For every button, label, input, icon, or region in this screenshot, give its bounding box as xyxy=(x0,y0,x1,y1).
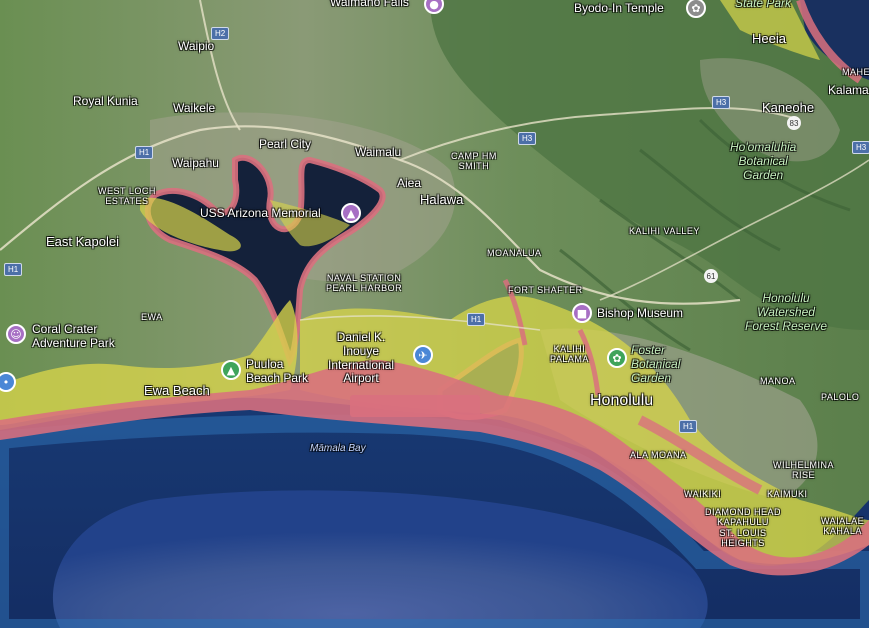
h3-shield-icon: H3 xyxy=(712,96,731,109)
h1-shield-icon: H1 xyxy=(4,263,23,276)
label-fort-shafter: FORT SHAFTER xyxy=(508,285,583,295)
route-83-shield-icon: 83 xyxy=(787,116,801,130)
h1-shield-icon: H1 xyxy=(679,420,698,433)
label-moanalua: MOANALUA xyxy=(487,248,542,258)
poi-airport[interactable]: Daniel K. Inouye International Airport xyxy=(328,330,394,386)
poi-byodo-in-temple[interactable]: Byodo-In Temple xyxy=(574,2,664,14)
label-manoa: MANOA xyxy=(760,376,796,386)
label-waikiki: WAIKIKI xyxy=(684,489,722,499)
foster-garden-pin-icon[interactable]: ✿ xyxy=(607,348,627,368)
h1-shield-icon: H1 xyxy=(467,313,486,326)
poi-uss-arizona-memorial[interactable]: USS Arizona Memorial xyxy=(200,207,321,219)
h3-shield-icon: H3 xyxy=(852,141,869,154)
h2-shield-icon: H2 xyxy=(211,27,230,40)
label-mahe: MAHE xyxy=(842,67,869,77)
poi-watershed-reserve: Honolulu Watershed Forest Reserve xyxy=(745,291,828,333)
label-west-loch-estates: WEST LOCH ESTATES xyxy=(98,186,156,207)
puuloa-beach-park-pin-icon[interactable]: ▲ xyxy=(221,360,241,380)
label-state-park: State Park xyxy=(735,0,792,10)
label-royal-kunia: Royal Kunia xyxy=(73,94,138,108)
label-waikele: Waikele xyxy=(173,101,216,115)
label-kalihi-valley: KALIHI VALLEY xyxy=(629,226,700,236)
label-ewa: EWA xyxy=(141,312,163,322)
uss-arizona-pin-icon[interactable]: ▲ xyxy=(341,203,361,223)
label-naval-station: NAVAL STATION PEARL HARBOR xyxy=(326,273,403,294)
coral-crater-pin-icon[interactable]: ☺ xyxy=(6,324,26,344)
poi-puuloa-beach-park[interactable]: Puuloa Beach Park xyxy=(246,357,308,386)
label-waipio: Waipio xyxy=(178,39,215,53)
h1-shield-icon: H1 xyxy=(135,146,154,159)
label-wilhelmina-rise: WILHELMINA RISE xyxy=(773,460,835,481)
label-ala-moana: ALA MOANA xyxy=(630,450,687,460)
h3-shield-icon: H3 xyxy=(518,132,537,145)
airport-pin-icon[interactable]: ✈ xyxy=(413,345,433,365)
label-waialae-kahala: WAIALAE KAHALA xyxy=(821,516,865,537)
label-diamond-head: DIAMOND HEAD KAPAHULU ST. LOUIS HEIGHTS xyxy=(705,507,782,549)
bishop-museum-pin-icon[interactable]: ■ xyxy=(572,303,592,323)
label-ewa-beach: Ewa Beach xyxy=(144,383,210,398)
label-kaneohe: Kaneohe xyxy=(762,100,815,115)
label-waimalu: Waimalu xyxy=(355,145,402,159)
poi-foster-botanical-garden[interactable]: Foster Botanical Garden xyxy=(631,343,680,385)
poi-coral-crater[interactable]: Coral Crater Adventure Park xyxy=(32,322,115,351)
label-mamala-bay: Māmala Bay xyxy=(310,443,366,454)
label-honolulu: Honolulu xyxy=(590,392,654,409)
label-pearl-city: Pearl City xyxy=(259,137,312,151)
label-waipahu: Waipahu xyxy=(172,156,219,170)
label-kaimuki: KAIMUKI xyxy=(767,489,808,499)
label-aiea: Aiea xyxy=(397,176,422,190)
label-palolo: PALOLO xyxy=(821,392,860,402)
poi-bishop-museum[interactable]: Bishop Museum xyxy=(597,307,683,319)
reef-runway-risk xyxy=(350,395,480,417)
label-east-kapolei: East Kapolei xyxy=(46,234,119,249)
poi-hoomaluhia[interactable]: Ho'omaluhia Botanical Garden xyxy=(730,140,796,182)
route-61-shield-icon: 61 xyxy=(704,269,718,283)
label-kalama: Kalama xyxy=(828,83,869,97)
label-kalihi-palama: KALIHI PALAMA xyxy=(550,344,589,365)
label-halawa: Halawa xyxy=(420,192,464,207)
poi-waimano-falls[interactable]: Waimano Falls xyxy=(330,0,409,8)
label-camp-hm-smith: CAMP HM SMITH xyxy=(451,151,497,172)
label-heeia: Heeia xyxy=(752,31,786,46)
